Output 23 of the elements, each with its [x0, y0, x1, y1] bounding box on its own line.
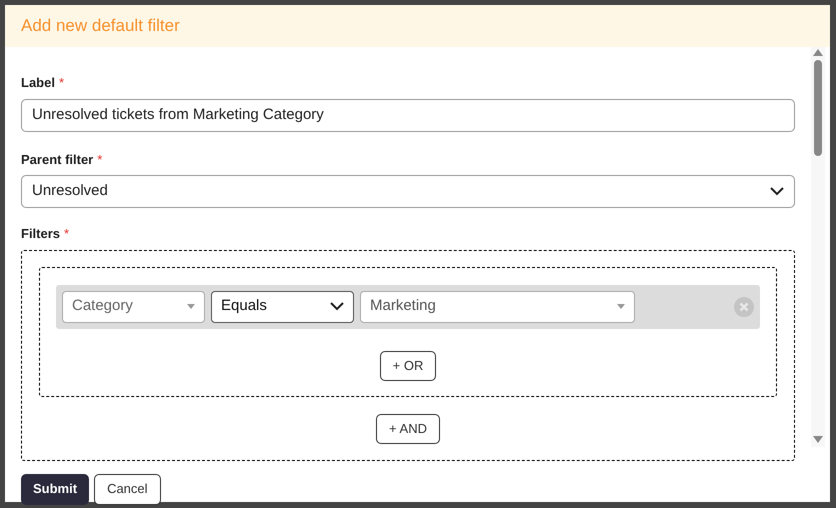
- scrollbar-thumb[interactable]: [814, 60, 822, 156]
- field-label: Filters: [21, 225, 60, 243]
- value-select[interactable]: Marketing: [360, 290, 635, 322]
- dialog-title: Add new default filter: [21, 15, 180, 38]
- dropdown-icon: [187, 304, 195, 309]
- scroll-up-icon[interactable]: [813, 49, 823, 56]
- parent-filter-select[interactable]: Unresolved: [21, 175, 795, 208]
- required-mark: *: [97, 150, 102, 168]
- chevron-icon: [770, 187, 784, 196]
- and-button[interactable]: + AND: [376, 414, 440, 444]
- required-mark: *: [64, 225, 70, 243]
- label-input-field[interactable]: Unresolved tickets from Marketing Category: [21, 98, 795, 132]
- operator-select[interactable]: Equals: [211, 290, 354, 322]
- dropdown-icon: [617, 304, 625, 309]
- field-select[interactable]: Category: [62, 290, 205, 322]
- or-button[interactable]: + OR: [380, 350, 436, 380]
- scroll-down-icon[interactable]: [813, 436, 823, 443]
- chevron-icon: [330, 302, 344, 311]
- field-label: Label: [21, 74, 55, 92]
- cancel-button[interactable]: Cancel: [94, 474, 161, 504]
- submit-button[interactable]: Submit: [21, 474, 90, 504]
- field-label: Parent filter: [21, 150, 94, 168]
- required-mark: *: [58, 74, 64, 92]
